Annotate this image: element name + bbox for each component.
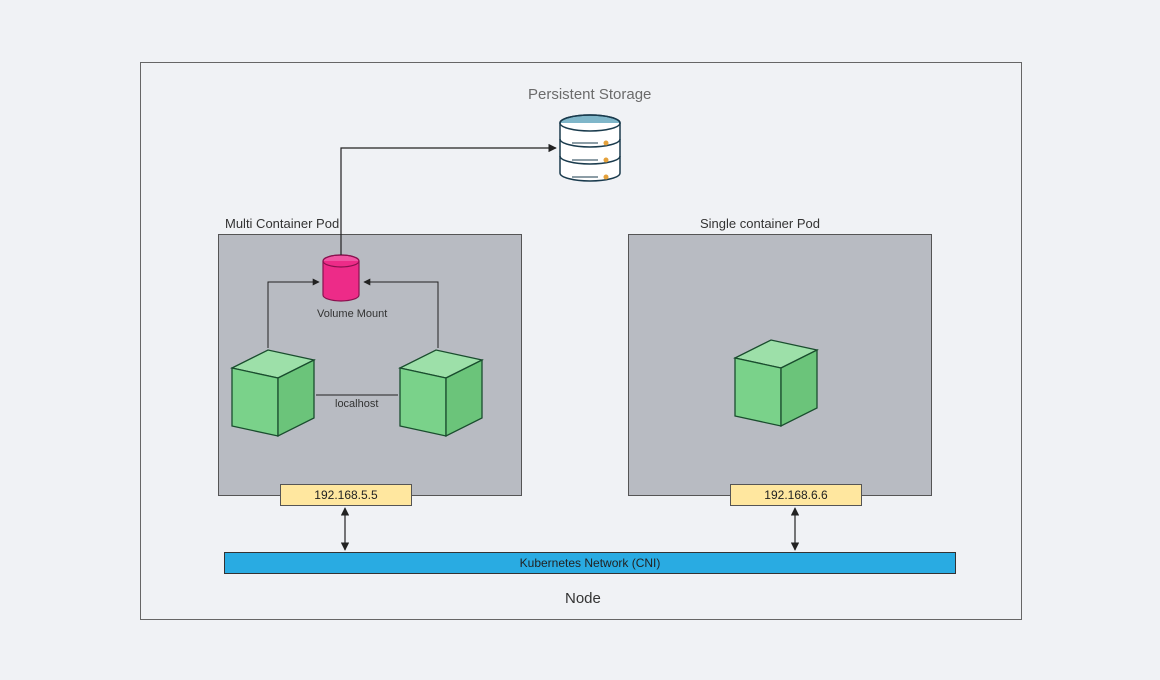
single-pod-title: Single container Pod bbox=[700, 216, 820, 231]
diagram-canvas: Persistent Storage Multi Container Pod S… bbox=[0, 0, 1160, 680]
persistent-storage-title: Persistent Storage bbox=[528, 86, 651, 103]
localhost-label: localhost bbox=[335, 398, 378, 410]
multi-pod-title: Multi Container Pod bbox=[225, 216, 339, 231]
multi-pod-ip: 192.168.5.5 bbox=[280, 484, 412, 506]
single-pod-box bbox=[628, 234, 932, 496]
multi-pod-box bbox=[218, 234, 522, 496]
node-label: Node bbox=[565, 590, 601, 607]
single-pod-ip: 192.168.6.6 bbox=[730, 484, 862, 506]
volume-mount-label: Volume Mount bbox=[317, 308, 387, 320]
cni-bar: Kubernetes Network (CNI) bbox=[224, 552, 956, 574]
